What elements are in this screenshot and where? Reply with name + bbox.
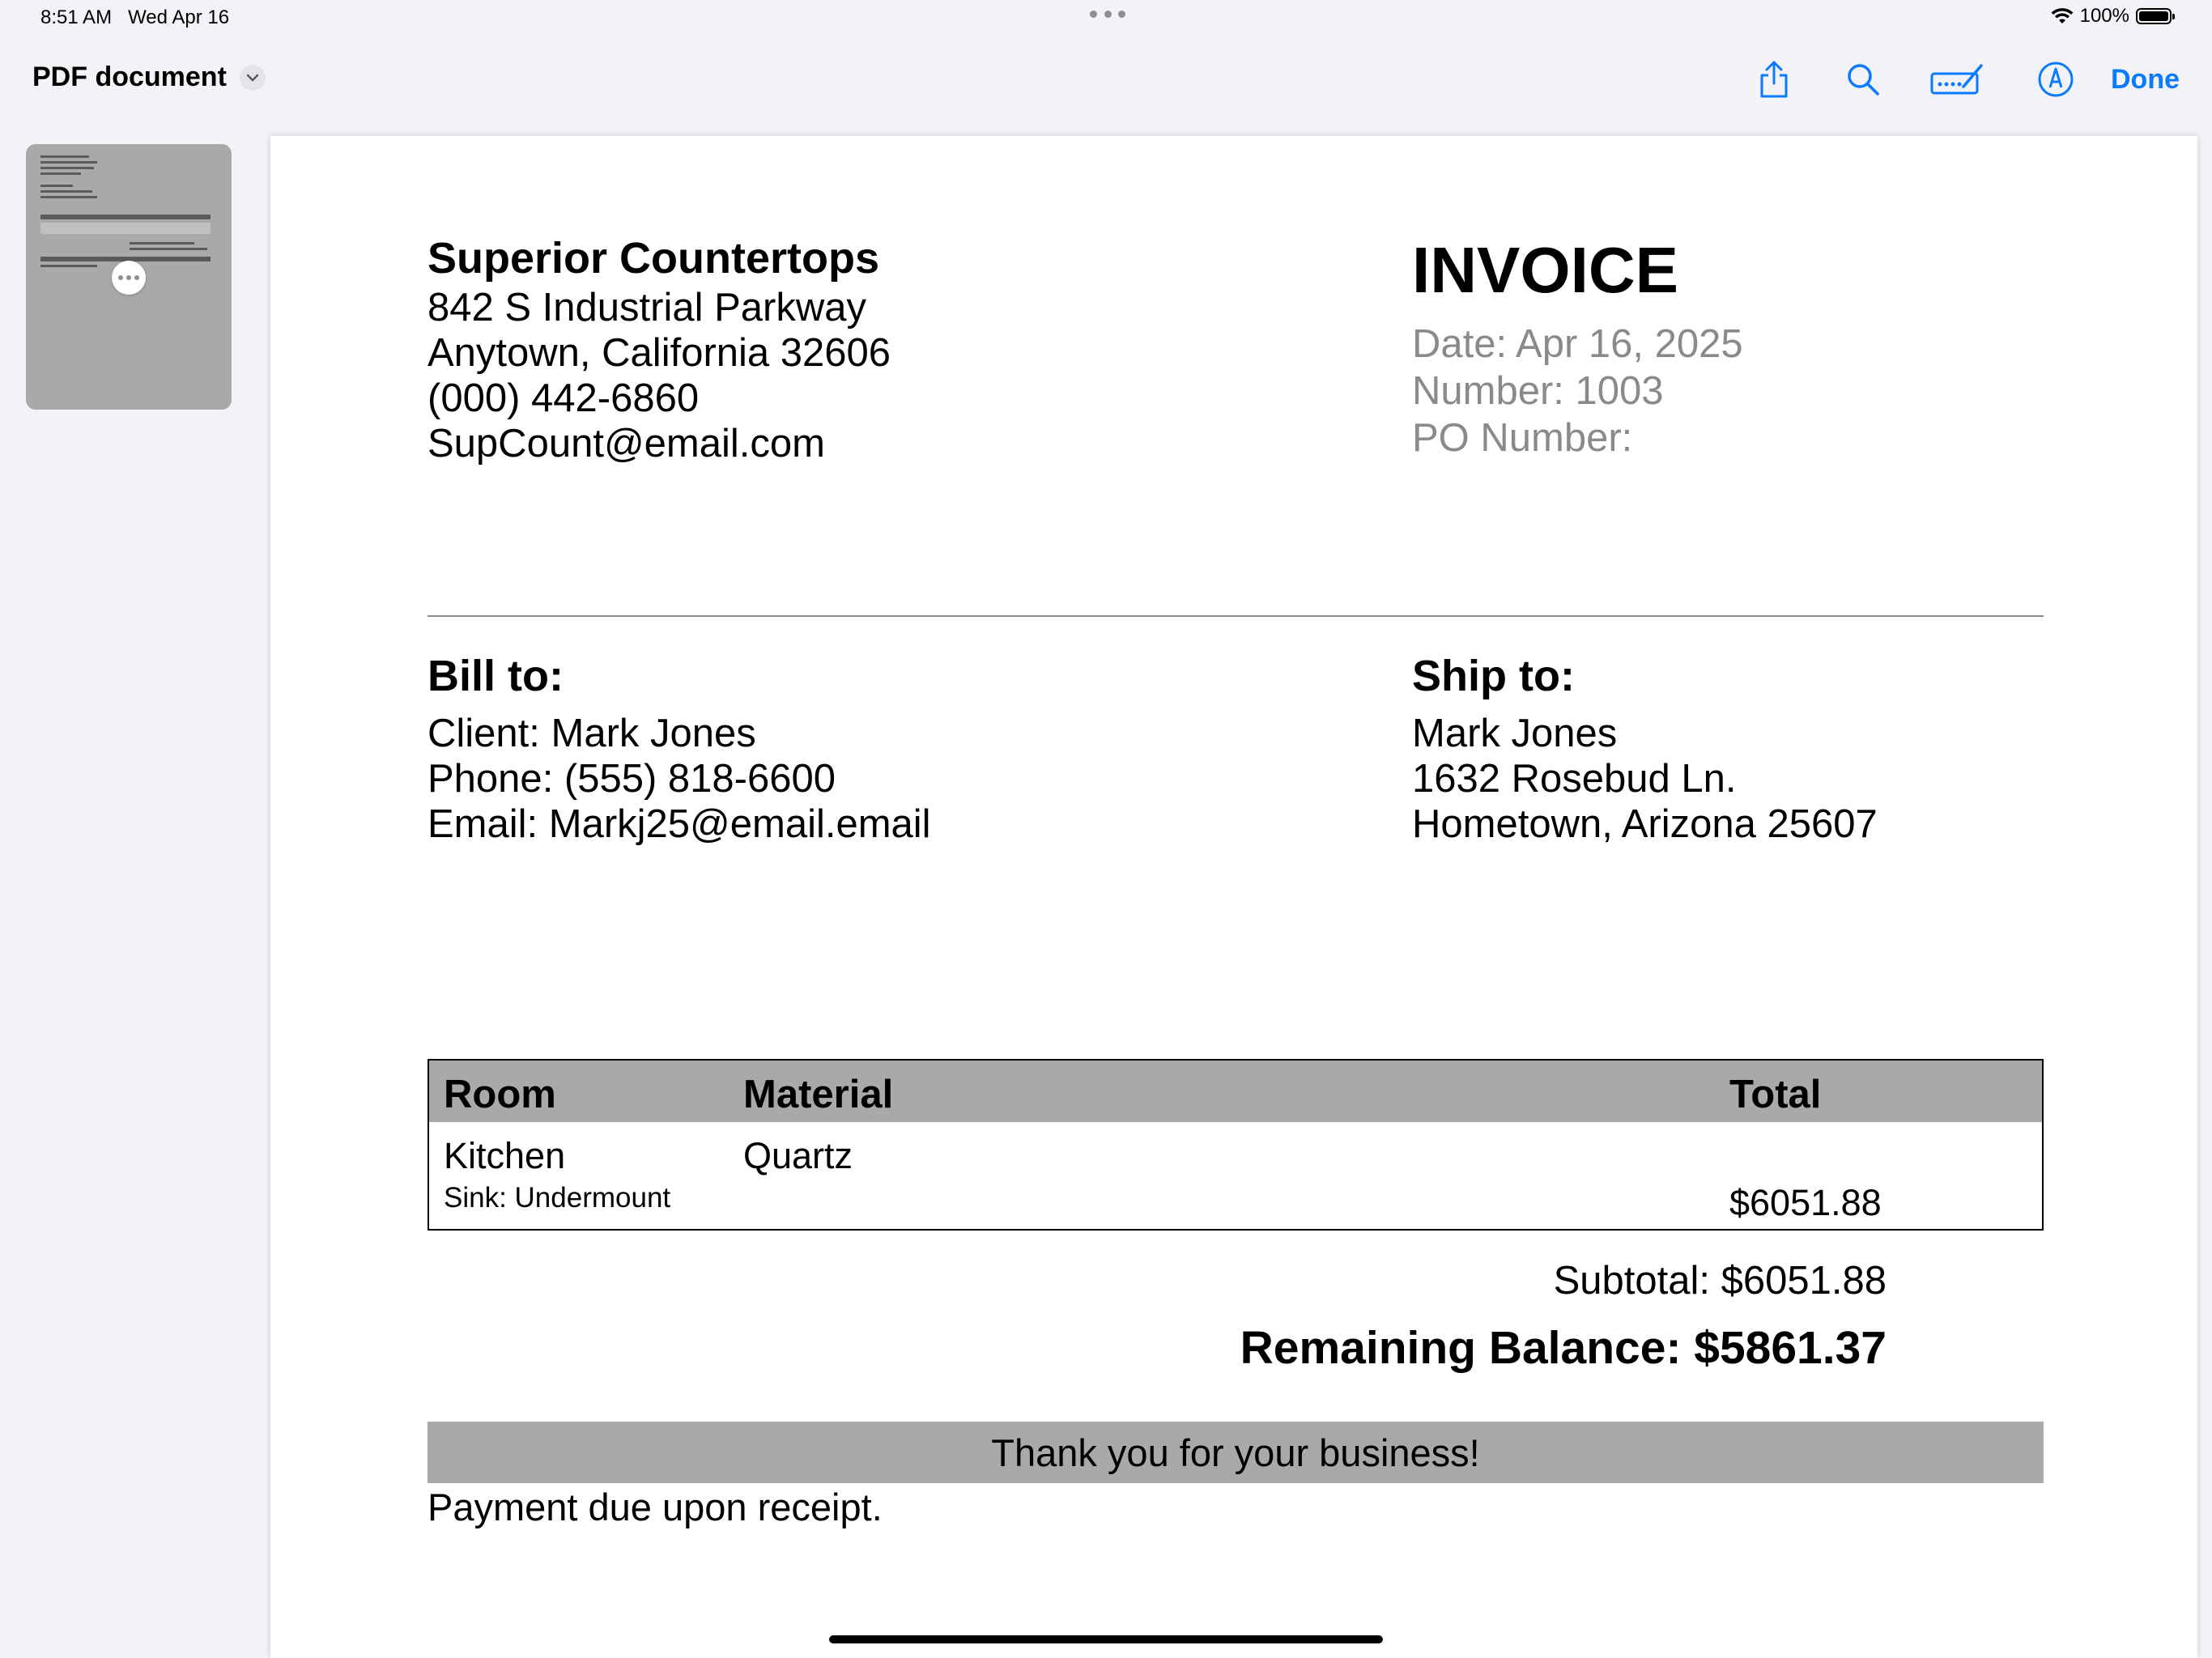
invoice-po-number: PO Number:: [1412, 416, 1633, 460]
share-icon: [1760, 61, 1788, 98]
markup-button[interactable]: [2031, 55, 2080, 104]
pdf-page: Superior Countertops 842 S Industrial Pa…: [270, 136, 2197, 1658]
status-time: 8:51 AM Wed Apr 16: [40, 6, 229, 29]
column-header-total: Total: [1729, 1073, 1822, 1116]
markup-icon: [2038, 62, 2074, 97]
company-address-1: 842 S Industrial Parkway: [428, 286, 866, 329]
ship-to-name: Mark Jones: [1412, 712, 1618, 755]
document-title-text: PDF document: [32, 62, 227, 92]
status-time-text: 8:51 AM: [40, 6, 113, 28]
company-name: Superior Countertops: [428, 234, 880, 283]
signature-icon: [1930, 64, 1983, 95]
header-divider: [428, 615, 2044, 617]
cell-total: $6051.88: [1729, 1182, 1882, 1223]
done-button[interactable]: Done: [2111, 64, 2180, 96]
chevron-down-icon[interactable]: [239, 64, 266, 91]
toolbar-actions: Done: [1750, 55, 2180, 104]
document-title[interactable]: PDF document: [32, 62, 266, 93]
signature-button[interactable]: [1928, 55, 1986, 104]
bill-to-client: Client: Mark Jones: [428, 712, 756, 755]
ship-to-street: 1632 Rosebud Ln.: [1412, 757, 1737, 801]
bill-to-heading: Bill to:: [428, 652, 564, 700]
subtotal: Subtotal: $6051.88: [1553, 1259, 1887, 1303]
cell-note: Sink: Undermount: [444, 1182, 671, 1214]
battery-percent: 100%: [2079, 5, 2129, 27]
thank-you-text: Thank you for your business!: [991, 1431, 1480, 1474]
invoice-number: Number: 1003: [1412, 369, 1664, 413]
bill-to-phone: Phone: (555) 818-6600: [428, 757, 836, 801]
status-indicators: 100%: [2051, 5, 2175, 28]
column-header-room: Room: [444, 1073, 556, 1116]
column-header-material: Material: [743, 1073, 894, 1116]
invoice: Superior Countertops 842 S Industrial Pa…: [428, 232, 2044, 1528]
thank-you-banner: Thank you for your business!: [428, 1422, 2044, 1483]
payment-terms: Payment due upon receipt.: [428, 1486, 883, 1528]
table-row: Kitchen Quartz Sink: Undermount $6051.88: [429, 1122, 2042, 1229]
invoice-meta: Date: Apr 16, 2025 Number: 1003 PO Numbe…: [1412, 321, 1743, 461]
company-phone: (000) 442-6860: [428, 376, 700, 420]
ship-to-section: Ship to: Mark Jones 1632 Rosebud Ln. Hom…: [1412, 649, 1878, 847]
thumbnail-preview: [40, 155, 217, 270]
invoice-date: Date: Apr 16, 2025: [1412, 322, 1743, 366]
bill-to-email: Email: Markj25@email.email: [428, 802, 931, 846]
status-date-text: Wed Apr 16: [128, 6, 230, 28]
bill-to-section: Bill to: Client: Mark Jones Phone: (555)…: [428, 649, 931, 847]
cell-material: Quartz: [743, 1135, 853, 1176]
ship-to-city: Hometown, Arizona 25607: [1412, 802, 1878, 846]
multitasking-dots[interactable]: [1090, 8, 1125, 19]
home-indicator[interactable]: [829, 1635, 1383, 1643]
company-email: SupCount@email.com: [428, 422, 825, 466]
ship-to-heading: Ship to:: [1412, 652, 1575, 700]
search-icon: [1848, 64, 1879, 96]
more-options-button[interactable]: [112, 261, 146, 295]
wifi-icon: [2051, 8, 2074, 23]
battery-icon: [2136, 8, 2175, 24]
table-header: Room Material Total: [429, 1061, 2042, 1122]
items-table: Room Material Total Kitchen Quartz Sink:…: [428, 1059, 2044, 1231]
invoice-title: INVOICE: [1412, 234, 1678, 306]
remaining-balance: Remaining Balance: $5861.37: [1240, 1322, 1887, 1374]
company-address-2: Anytown, California 32606: [428, 331, 891, 375]
share-button[interactable]: [1750, 55, 1798, 104]
search-button[interactable]: [1839, 55, 1887, 104]
cell-room: Kitchen: [444, 1135, 566, 1176]
